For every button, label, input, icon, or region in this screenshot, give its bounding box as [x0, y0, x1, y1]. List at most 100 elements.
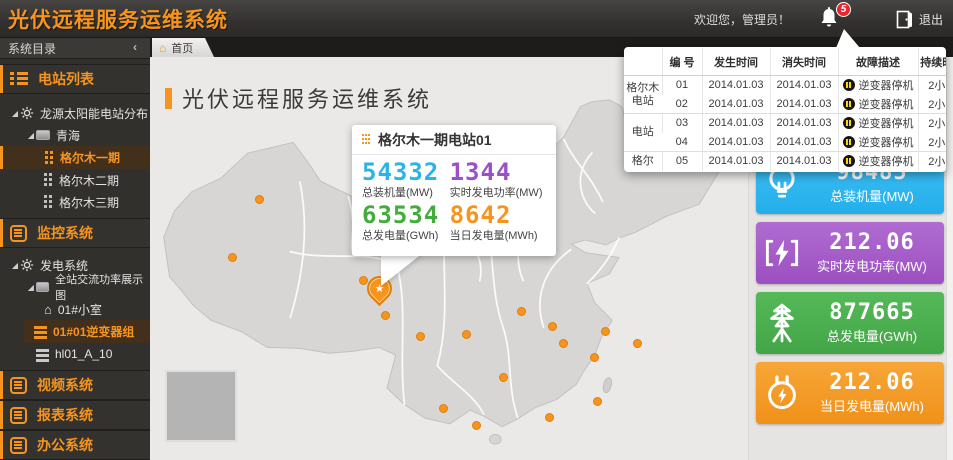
report-icon [10, 225, 27, 242]
station-dot[interactable] [590, 353, 599, 362]
fault-table-caret [836, 29, 860, 48]
tree-node-distribution[interactable]: 龙源太阳能电站分布 [0, 102, 150, 124]
card-info: 877665 总发电量(GWh) [808, 301, 944, 345]
tree-leaf-hl01[interactable]: hl01_A_10 [0, 343, 150, 365]
station-dot[interactable] [228, 253, 237, 262]
grid-icon [45, 151, 54, 165]
station-dot[interactable] [545, 413, 554, 422]
table-row: 格尔木电站 01 2014.01.03 2014.01.03 逆变器停机 2小时 [624, 76, 946, 95]
accent-bar [0, 401, 3, 429]
fault-table-header-row: 编 号 发生时间 消失时间 故障描述 持续时间 [624, 48, 946, 76]
station-dot[interactable] [439, 404, 448, 413]
tree-node-ac-power-display[interactable]: 全站交流功率展示图 [0, 276, 150, 298]
station-popup: 格尔木一期电站01 54332 总装机量(MW) 1344 实时发电功率(MW)… [352, 125, 556, 256]
popup-title: 格尔木一期电站01 [378, 130, 492, 150]
accent-bar [0, 371, 3, 399]
sidebar-title: 系统目录 [8, 40, 56, 57]
logout-label: 退出 [919, 11, 943, 28]
power-tower-icon [756, 302, 808, 344]
card-info: 212.06 当日发电量(MWh) [808, 371, 944, 415]
stat-daily-generation: 8642 当日发电量(MWh) [450, 202, 546, 243]
stat-realtime-power: 1344 实时发电功率(MW) [450, 159, 546, 200]
station-name: 电站 [624, 114, 662, 152]
plug-icon [756, 373, 808, 413]
tree-node-qinghai[interactable]: 青海 [0, 124, 150, 146]
tree-leaf-geermu-phase3[interactable]: 格尔木三期 [0, 191, 150, 213]
station-col-header [624, 48, 662, 76]
caret-expanded-icon[interactable] [26, 283, 36, 292]
sidebar-item-monitoring-system[interactable]: 监控系统 [0, 218, 150, 248]
station-dot[interactable] [633, 339, 642, 348]
pause-icon [843, 155, 855, 167]
inverter-bars-icon [34, 325, 47, 338]
station-dot[interactable] [593, 397, 602, 406]
grid-icon [44, 173, 53, 187]
station-dot[interactable] [559, 339, 568, 348]
table-row: 格尔 05 2014.01.03 2014.01.03 逆变器停机 2小时 [624, 152, 946, 171]
station-dot[interactable] [416, 332, 425, 341]
station-name: 格尔 [624, 152, 662, 171]
report-icon [10, 437, 27, 454]
popup-header: 格尔木一期电站01 [352, 125, 556, 155]
grid-dots-icon [362, 134, 370, 146]
table-row: 02 2014.01.03 2014.01.03 逆变器停机 2小时 [624, 95, 946, 114]
sidebar: 系统目录 电站列表 龙源太阳能电站分布 青海 格尔木一期 格 [0, 38, 150, 460]
tree-leaf-inverter-group-selected[interactable]: 01#01逆变器组 [24, 320, 150, 343]
pause-icon [843, 98, 855, 110]
gear-icon [20, 106, 34, 120]
home-icon [44, 303, 52, 316]
list-icon [10, 72, 28, 86]
station-dot[interactable] [548, 322, 557, 331]
accent-bar [0, 431, 3, 459]
map-inset-box [165, 370, 237, 442]
caret-expanded-icon[interactable] [10, 109, 20, 118]
scrollbar-track[interactable] [946, 38, 953, 460]
pause-icon [843, 79, 855, 91]
stat-total-generation: 63534 总发电量(GWh) [362, 202, 450, 243]
welcome-text: 欢迎您，管理员！ [694, 11, 790, 28]
header-right: 欢迎您，管理员！ 5 退出 [694, 0, 943, 38]
page-title: 光伏远程服务运维系统 [165, 82, 432, 114]
station-dot[interactable] [472, 421, 481, 430]
sidebar-item-office-system[interactable]: 办公系统 [0, 430, 150, 460]
sidebar-item-report-system[interactable]: 报表系统 [0, 400, 150, 430]
app-title: 光伏远程服务运维系统 [0, 4, 228, 34]
station-dot[interactable] [601, 327, 610, 336]
stat-installed-capacity: 54332 总装机量(MW) [362, 159, 450, 200]
report-icon [10, 407, 27, 424]
card-total-generation: 877665 总发电量(GWh) [756, 292, 944, 354]
report-icon [10, 377, 27, 394]
caret-expanded-icon[interactable] [10, 261, 20, 270]
station-dot[interactable] [517, 307, 526, 316]
sidebar-item-station-list[interactable]: 电站列表 [0, 64, 150, 94]
image-frame-icon [36, 282, 50, 292]
pause-icon [843, 136, 855, 148]
logout-button[interactable]: 退出 [896, 10, 943, 29]
sidebar-header: 系统目录 [0, 38, 150, 59]
station-dot[interactable] [499, 373, 508, 382]
door-icon [896, 10, 913, 29]
station-dot[interactable] [381, 311, 390, 320]
pause-icon [843, 117, 855, 129]
sidebar-item-video-system[interactable]: 视频系统 [0, 370, 150, 400]
caret-expanded-icon[interactable] [26, 131, 36, 140]
station-name: 格尔木电站 [624, 76, 662, 114]
inverter-bars-icon [36, 348, 49, 361]
image-frame-icon [36, 130, 50, 140]
notification-badge: 5 [836, 2, 851, 17]
accent-bar [0, 65, 3, 93]
accent-bar [0, 219, 3, 247]
station-dot[interactable] [462, 330, 471, 339]
gear-icon [20, 258, 34, 272]
fault-table-panel: 编 号 发生时间 消失时间 故障描述 持续时间 格尔木电站 01 2014.01… [624, 47, 946, 172]
grid-icon [44, 195, 53, 209]
tab-home[interactable]: 首页 [152, 38, 214, 57]
tree-leaf-geermu-phase2[interactable]: 格尔木二期 [0, 169, 150, 191]
title-accent-bar [165, 88, 172, 109]
station-dot[interactable] [255, 195, 264, 204]
table-row: 04 2014.01.03 2014.01.03 逆变器停机 2小时 [624, 133, 946, 152]
tree-leaf-geermu-phase1-selected[interactable]: 格尔木一期 [0, 146, 150, 169]
popup-tail [381, 253, 423, 286]
collapse-sidebar-button[interactable] [128, 41, 142, 55]
app-root: 光伏远程服务运维系统 欢迎您，管理员！ 5 退出 [0, 0, 953, 460]
